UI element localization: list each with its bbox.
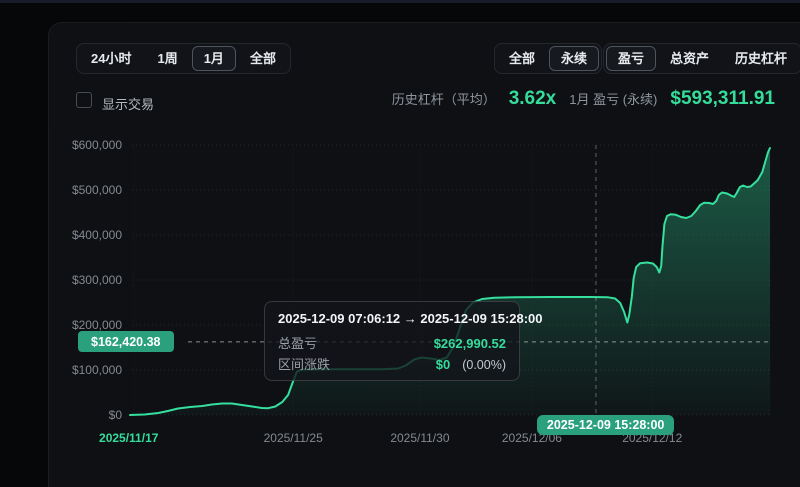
- leverage-avg-label: 历史杠杆（平均）: [391, 92, 496, 107]
- market-tab-all[interactable]: 全部: [497, 46, 547, 71]
- tooltip-row-suffix: (0.00%): [462, 358, 506, 372]
- x-tick-label: 2025/11/30: [390, 431, 450, 445]
- tooltip-row: 总盈亏 $262,990.52: [278, 333, 506, 354]
- stats-row: 历史杠杆（平均） 3.62x 1月 盈亏 (永续) $593,311.91: [392, 88, 775, 110]
- y-tick-label: $500,000: [71, 183, 122, 197]
- tooltip-row: 区间涨跌 $0 (0.00%): [278, 354, 506, 376]
- metric-tab-hist-leverage[interactable]: 历史杠杆: [723, 46, 799, 71]
- crosshair-value-badge: $162,420.38: [78, 331, 174, 353]
- time-range-tab-group: 24小时 1周 1月 全部: [76, 43, 291, 74]
- chart-tooltip: 2025-12-09 07:06:12 → 2025-12-09 15:28:0…: [264, 301, 543, 381]
- y-tick-label: $0: [108, 408, 122, 422]
- market-type-tab-group: 全部 永续: [494, 43, 603, 74]
- range-tab-24h[interactable]: 24小时: [79, 46, 143, 71]
- tooltip-rows: 总盈亏 $262,990.52 区间涨跌 $0 (0.00%): [278, 333, 506, 376]
- metric-tab-pnl[interactable]: 盈亏: [606, 46, 657, 71]
- x-tick-label: 2025/11/17: [99, 431, 159, 445]
- market-tab-perp[interactable]: 永续: [549, 46, 600, 71]
- tooltip-row-value: $262,990.52: [433, 336, 506, 351]
- top-edge-strip: [0, 0, 800, 3]
- range-tab-1m[interactable]: 1月: [191, 46, 236, 71]
- tooltip-time-range: 2025-12-09 07:06:12 → 2025-12-09 15:28:0…: [278, 311, 543, 326]
- range-tab-1w[interactable]: 1周: [145, 46, 189, 71]
- pnl-period-value: $593,311.91: [670, 88, 775, 109]
- show-trades-label: 显示交易: [102, 97, 155, 112]
- y-tick-label: $100,000: [71, 363, 122, 377]
- x-tick-label: 2025/11/25: [263, 431, 323, 445]
- tooltip-row-value: $0: [435, 357, 451, 372]
- y-tick-label: $600,000: [71, 138, 122, 152]
- tooltip-row-label: 总盈亏: [278, 336, 318, 351]
- pnl-period-label: 1月 盈亏 (永续): [569, 92, 658, 107]
- y-tick-label: $400,000: [71, 228, 122, 242]
- crosshair-time-badge: 2025-12-09 15:28:00: [536, 415, 675, 435]
- metric-tab-group: 盈亏 总资产 历史杠杆: [603, 43, 800, 74]
- tooltip-row-label: 区间涨跌: [278, 357, 331, 372]
- y-tick-label: $200,000: [71, 318, 122, 332]
- leverage-avg-value: 3.62x: [508, 88, 557, 109]
- range-tab-all[interactable]: 全部: [238, 46, 288, 71]
- y-tick-label: $300,000: [71, 273, 122, 287]
- show-trades-checkbox[interactable]: [76, 92, 92, 108]
- metric-tab-total-assets[interactable]: 总资产: [658, 46, 721, 71]
